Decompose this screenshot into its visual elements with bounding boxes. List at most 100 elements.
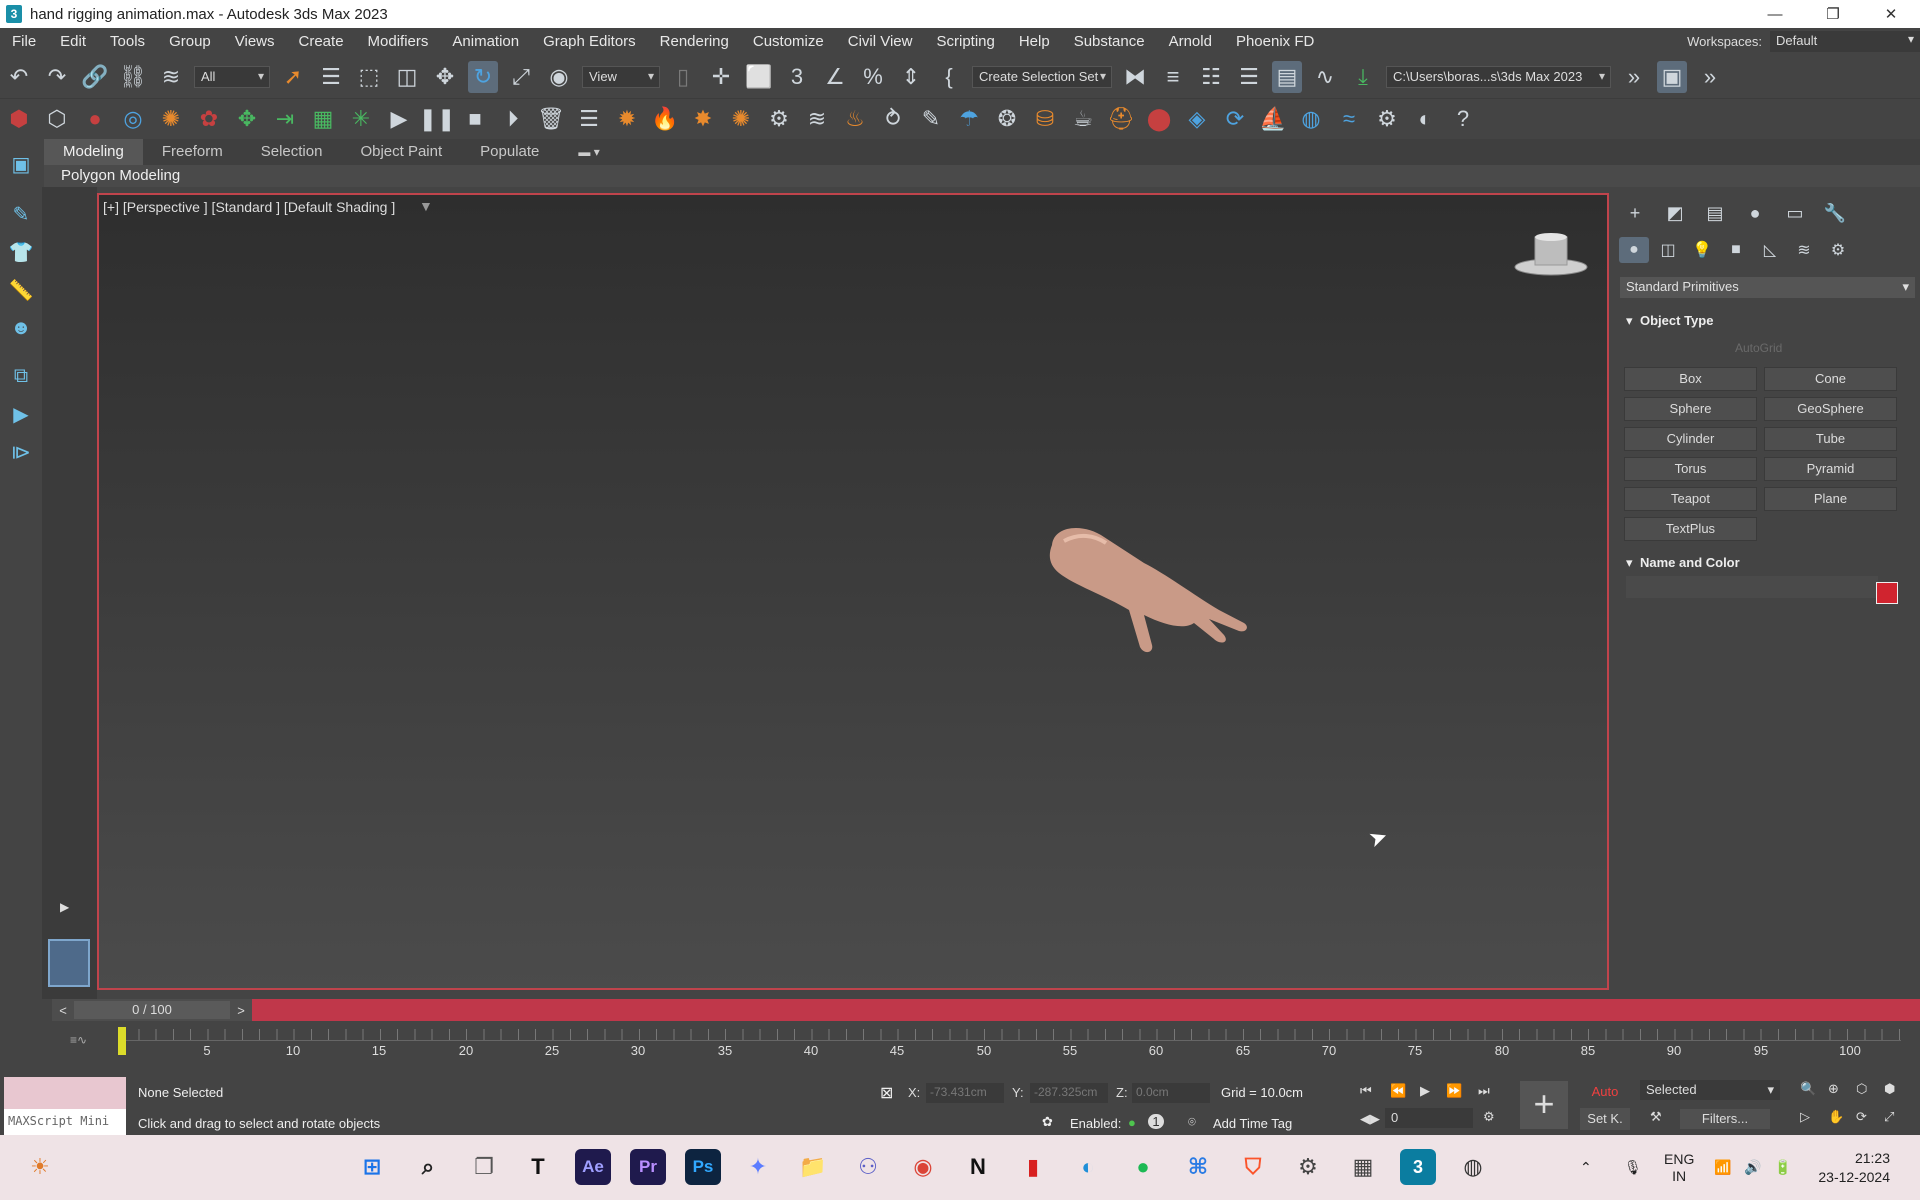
tab-selection[interactable]: Selection bbox=[242, 139, 342, 165]
link-icon[interactable]: 🔗 bbox=[80, 61, 110, 93]
bind-space-warp-icon[interactable]: ≋ bbox=[156, 61, 186, 93]
flame-icon[interactable]: ♨ bbox=[840, 103, 870, 135]
helpers-icon[interactable]: ◺ bbox=[1755, 240, 1785, 260]
tab-populate[interactable]: Populate bbox=[461, 139, 558, 165]
wind-icon[interactable]: ≋ bbox=[802, 103, 832, 135]
menu-animation[interactable]: Animation bbox=[440, 28, 531, 55]
set-keys-big-icon[interactable]: + bbox=[1520, 1081, 1568, 1129]
render-pass-icon[interactable]: ⧐ bbox=[6, 437, 36, 467]
swirl-icon[interactable]: ⥁ bbox=[878, 103, 908, 135]
pyramid-button[interactable]: Pyramid bbox=[1764, 457, 1897, 481]
gear-icon[interactable]: ⚙ bbox=[1372, 103, 1402, 135]
stop-icon[interactable]: ■ bbox=[460, 103, 490, 135]
key-mode-icon[interactable]: ⚒ bbox=[1650, 1109, 1662, 1125]
rectangular-selection-icon[interactable]: ⬚ bbox=[354, 61, 384, 93]
menu-help[interactable]: Help bbox=[1007, 28, 1062, 55]
place-icon[interactable]: ◉ bbox=[544, 61, 574, 93]
sphere-button[interactable]: Sphere bbox=[1624, 397, 1757, 421]
search-icon[interactable]: ⌕ bbox=[410, 1149, 446, 1185]
walk-through-icon[interactable]: ✋ bbox=[1828, 1109, 1844, 1125]
motion-tab-icon[interactable]: ● bbox=[1735, 203, 1775, 224]
schematic-view-icon[interactable]: ⤓ bbox=[1348, 61, 1378, 93]
brush-icon[interactable]: ✎ bbox=[916, 103, 946, 135]
smoke-icon[interactable]: ✺ bbox=[726, 103, 756, 135]
go-to-end-icon[interactable]: ⏭ bbox=[1478, 1083, 1490, 1099]
time-configuration-icon[interactable]: ⚙ bbox=[1483, 1109, 1495, 1125]
geosphere-button[interactable]: GeoSphere bbox=[1764, 397, 1897, 421]
menu-file[interactable]: File bbox=[0, 28, 48, 55]
orbit-icon[interactable]: ⟳ bbox=[1856, 1109, 1867, 1125]
list-icon[interactable]: ☰ bbox=[574, 103, 604, 135]
next-frame-button[interactable]: > bbox=[230, 1003, 252, 1018]
render-queue-icon[interactable]: ⧉ bbox=[6, 361, 36, 391]
menu-group[interactable]: Group bbox=[157, 28, 223, 55]
render-icon[interactable]: ◎ bbox=[118, 103, 148, 135]
object-color-swatch[interactable] bbox=[1876, 582, 1898, 604]
enabled-count[interactable]: 1 bbox=[1148, 1114, 1164, 1129]
settings-icon[interactable]: ⚙ bbox=[1290, 1149, 1326, 1185]
substance-icon[interactable]: ✥ bbox=[232, 103, 262, 135]
start-simulation-icon[interactable]: ⏵ bbox=[498, 103, 528, 135]
record-icon[interactable]: ⬤ bbox=[1144, 103, 1174, 135]
z-coordinate-field[interactable]: 0.0cm bbox=[1132, 1083, 1210, 1103]
set-key-button[interactable]: Set K. bbox=[1580, 1108, 1630, 1130]
frame-counter[interactable]: 0 / 100 bbox=[74, 1001, 230, 1019]
workspaces-dropdown[interactable]: Default bbox=[1770, 31, 1920, 52]
expand-toolbar-icon[interactable]: » bbox=[1619, 61, 1649, 93]
liquid-source-icon[interactable]: ☂ bbox=[954, 103, 984, 135]
viewport-label[interactable]: [+] [Perspective ] [Standard ] [Default … bbox=[103, 199, 395, 215]
field-of-view-icon[interactable]: ▷ bbox=[1800, 1109, 1810, 1125]
unlink-icon[interactable]: ⛓ bbox=[118, 61, 148, 93]
populate-icon[interactable]: ☻ bbox=[6, 313, 36, 343]
add-time-tag[interactable]: Add Time Tag bbox=[1213, 1116, 1292, 1131]
perspective-viewport[interactable]: [+] [Perspective ] [Standard ] [Default … bbox=[97, 193, 1609, 990]
start-icon[interactable]: ⊞ bbox=[354, 1149, 390, 1185]
textplus-button[interactable]: TextPlus bbox=[1624, 517, 1757, 541]
maxscript-listener[interactable]: MAXScript Mini bbox=[4, 1077, 126, 1135]
viewcube-icon[interactable] bbox=[1513, 229, 1589, 277]
primitive-category-dropdown[interactable]: Standard Primitives bbox=[1620, 277, 1915, 298]
key-mode-toggle-icon[interactable]: ◀▶ bbox=[1360, 1111, 1380, 1127]
reference-coordinate-dropdown[interactable]: View bbox=[582, 65, 660, 88]
sphere-shading-icon[interactable]: ◐ bbox=[1410, 103, 1440, 135]
system-clock[interactable]: 21:23 23-12-2024 bbox=[1818, 1149, 1890, 1187]
render-setup-icon[interactable]: ⬡ bbox=[42, 103, 72, 135]
selection-filter-dropdown[interactable]: All bbox=[194, 65, 270, 88]
spotify-icon[interactable]: ● bbox=[1125, 1149, 1161, 1185]
wifi-icon[interactable]: 📶 bbox=[1714, 1135, 1731, 1200]
tray-expand-icon[interactable]: ⌃ bbox=[1580, 1135, 1592, 1200]
mixer-icon[interactable]: ⛑ bbox=[1106, 103, 1136, 135]
current-frame-marker[interactable] bbox=[118, 1027, 126, 1055]
menu-civil-view[interactable]: Civil View bbox=[836, 28, 925, 55]
select-by-name-icon[interactable]: ☰ bbox=[316, 61, 346, 93]
box-source-icon[interactable]: ◈ bbox=[1182, 103, 1212, 135]
maximize-viewport-icon[interactable]: ⤢ bbox=[1884, 1109, 1894, 1125]
davinci-icon[interactable]: ◍ bbox=[1455, 1149, 1491, 1185]
systems-icon[interactable]: ⚙ bbox=[1823, 240, 1853, 260]
hand-model[interactable] bbox=[1034, 515, 1274, 655]
material-editor-icon[interactable]: ⬢ bbox=[4, 103, 34, 135]
scene-explorer-icon[interactable]: ☷ bbox=[1196, 61, 1226, 93]
display-tab-icon[interactable]: ▭ bbox=[1775, 203, 1815, 224]
expand-layout-icon[interactable]: ▶ bbox=[60, 900, 69, 914]
create-selection-set-dropdown[interactable]: Create Selection Set bbox=[972, 65, 1112, 88]
move-icon[interactable]: ✥ bbox=[430, 61, 460, 93]
vortex-icon[interactable]: ⟳ bbox=[1220, 103, 1250, 135]
tab-modeling[interactable]: Modeling bbox=[44, 139, 143, 165]
maximize-button[interactable]: ❐ bbox=[1804, 0, 1862, 28]
chrome-icon[interactable]: ◉ bbox=[905, 1149, 941, 1185]
menu-modifiers[interactable]: Modifiers bbox=[356, 28, 441, 55]
menu-phoenix-fd[interactable]: Phoenix FD bbox=[1224, 28, 1326, 55]
menu-customize[interactable]: Customize bbox=[741, 28, 836, 55]
tab-freeform[interactable]: Freeform bbox=[143, 139, 242, 165]
brave-icon[interactable]: ⛉ bbox=[1235, 1149, 1271, 1185]
scale-icon[interactable]: ⤢ bbox=[506, 61, 536, 93]
time-slider[interactable]: < 0 / 100 > bbox=[52, 999, 252, 1021]
widgets-icon[interactable]: ☀ bbox=[22, 1149, 58, 1185]
keyboard-shortcut-override-icon[interactable]: ⬜ bbox=[744, 61, 774, 93]
scene-explorer-toggle-icon[interactable]: ▣ bbox=[6, 149, 36, 179]
plane-button[interactable]: Plane bbox=[1764, 487, 1897, 511]
ribbon-panel[interactable]: Polygon Modeling bbox=[44, 165, 1920, 187]
menu-substance[interactable]: Substance bbox=[1062, 28, 1157, 55]
spinner-snap-icon[interactable]: ⇕ bbox=[896, 61, 926, 93]
